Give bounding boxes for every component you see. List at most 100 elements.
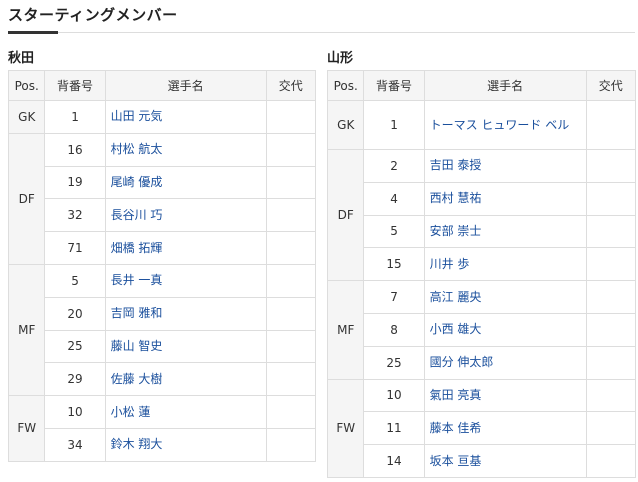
sub-cell: [265, 395, 317, 429]
table-row: MF 5 長井 一真: [7, 263, 317, 397]
number-cell: 2: [363, 149, 425, 183]
player-link[interactable]: 長谷川 巧: [104, 198, 267, 233]
number-cell: 34: [44, 427, 106, 462]
table-row: DF 2 吉田 泰授: [326, 148, 637, 282]
number-cell: 25: [44, 329, 106, 364]
team-name-akita: 秋田: [8, 51, 35, 66]
position-cell: FW: [7, 395, 46, 462]
table-row: 32 長谷川 巧: [9, 198, 317, 233]
table-row: 11 藤本 佳希: [328, 411, 637, 446]
player-link[interactable]: 坂本 亘基: [423, 444, 587, 478]
sub-cell: [585, 312, 637, 347]
player-link[interactable]: 尾崎 優成: [104, 165, 267, 200]
position-cell: DF: [7, 132, 46, 265]
sub-cell: [265, 263, 317, 298]
number-cell: 1: [44, 100, 106, 134]
player-link[interactable]: 小西 雄大: [423, 312, 587, 347]
player-link[interactable]: 西村 慧祐: [423, 181, 587, 216]
sub-cell: [585, 411, 637, 446]
sub-cell: [585, 444, 637, 478]
position-cell: GK: [7, 100, 46, 134]
player-link[interactable]: 國分 伸太郎: [423, 345, 587, 380]
player-link[interactable]: 長井 一真: [104, 263, 267, 298]
table-row: 14 坂本 亘基: [328, 444, 637, 478]
position-cell: GK: [326, 100, 365, 150]
player-link[interactable]: 佐藤 大樹: [104, 362, 267, 397]
position-cell: MF: [7, 263, 46, 397]
number-cell: 10: [363, 378, 425, 413]
player-link[interactable]: 鈴木 翔大: [104, 427, 267, 462]
position-cell: FW: [326, 378, 365, 478]
sub-cell: [265, 296, 317, 331]
sub-cell: [265, 362, 317, 397]
number-cell: 5: [44, 263, 106, 298]
number-cell: 14: [363, 444, 425, 478]
table-header-row: Pos. 背番号 選手名 交代: [326, 70, 637, 101]
number-cell: 1: [363, 100, 425, 150]
table-row: FW 10 氣田 亮真: [326, 378, 637, 478]
sub-cell: [265, 198, 317, 233]
sub-cell: [265, 165, 317, 200]
number-cell: 29: [44, 362, 106, 397]
sub-cell: [585, 214, 637, 249]
table-header-row: Pos. 背番号 選手名 交代: [7, 70, 317, 101]
player-link[interactable]: 吉岡 雅和: [104, 296, 267, 331]
sub-cell: [265, 132, 317, 167]
player-link[interactable]: 高江 麗央: [423, 280, 587, 314]
number-cell: 16: [44, 132, 106, 167]
page-title: スターティングメンバー: [8, 6, 178, 24]
sub-cell: [585, 378, 637, 413]
header-number: 背番号: [363, 70, 425, 101]
header-pos: Pos.: [7, 70, 46, 101]
sub-cell: [265, 329, 317, 364]
header-player: 選手名: [423, 70, 587, 101]
player-link[interactable]: 川井 歩: [423, 247, 587, 282]
table-row: GK 1 トーマス ヒュワード ベル: [326, 100, 637, 150]
number-cell: 71: [44, 231, 106, 265]
number-cell: 19: [44, 165, 106, 200]
team-akita-section: 秋田 Pos. 背番号 選手名 交代 GK 1 山田 元気 DF 16 村松 航…: [7, 50, 317, 462]
table-row: 34 鈴木 翔大: [9, 427, 317, 462]
player-link[interactable]: 藤本 佳希: [423, 411, 587, 446]
number-cell: 7: [363, 280, 425, 314]
player-link[interactable]: 安部 崇士: [423, 214, 587, 249]
player-link[interactable]: トーマス ヒュワード ベル: [423, 100, 587, 150]
table-row: GK 1 山田 元気: [7, 100, 317, 134]
player-link[interactable]: 村松 航太: [104, 132, 267, 167]
table-row: 29 佐藤 大樹: [9, 362, 317, 397]
table-row: FW 10 小松 蓮: [7, 395, 317, 462]
table-row: 71 畑橋 拓輝: [9, 231, 317, 265]
header-sub: 交代: [265, 70, 317, 101]
sub-cell: [585, 247, 637, 282]
player-link[interactable]: 氣田 亮真: [423, 378, 587, 413]
number-cell: 32: [44, 198, 106, 233]
table-row: MF 7 高江 麗央: [326, 280, 637, 380]
table-row: 25 藤山 智史: [9, 329, 317, 364]
team-yamagata-section: 山形 Pos. 背番号 選手名 交代 GK 1 トーマス ヒュワード ベル DF…: [326, 50, 637, 478]
table-row: 15 川井 歩: [328, 247, 637, 282]
header-pos: Pos.: [326, 70, 365, 101]
number-cell: 8: [363, 312, 425, 347]
player-link[interactable]: 畑橋 拓輝: [104, 231, 267, 265]
lineup-table-akita: Pos. 背番号 選手名 交代 GK 1 山田 元気 DF 16 村松 航太 1…: [7, 70, 317, 462]
table-row: 5 安部 崇士: [328, 214, 637, 249]
player-link[interactable]: 山田 元気: [104, 100, 267, 134]
title-accent-bar: [8, 31, 58, 34]
number-cell: 20: [44, 296, 106, 331]
team-name-yamagata: 山形: [327, 51, 354, 66]
sub-cell: [585, 345, 637, 380]
player-link[interactable]: 吉田 泰授: [423, 149, 587, 183]
table-row: DF 16 村松 航太: [7, 132, 317, 265]
table-row: 20 吉岡 雅和: [9, 296, 317, 331]
sub-cell: [265, 100, 317, 134]
player-link[interactable]: 藤山 智史: [104, 329, 267, 364]
title-divider: [8, 32, 635, 33]
sub-cell: [585, 149, 637, 183]
number-cell: 5: [363, 214, 425, 249]
sub-cell: [585, 181, 637, 216]
number-cell: 25: [363, 345, 425, 380]
sub-cell: [585, 100, 637, 150]
sub-cell: [265, 427, 317, 462]
player-link[interactable]: 小松 蓮: [104, 395, 267, 429]
position-cell: DF: [326, 148, 365, 282]
